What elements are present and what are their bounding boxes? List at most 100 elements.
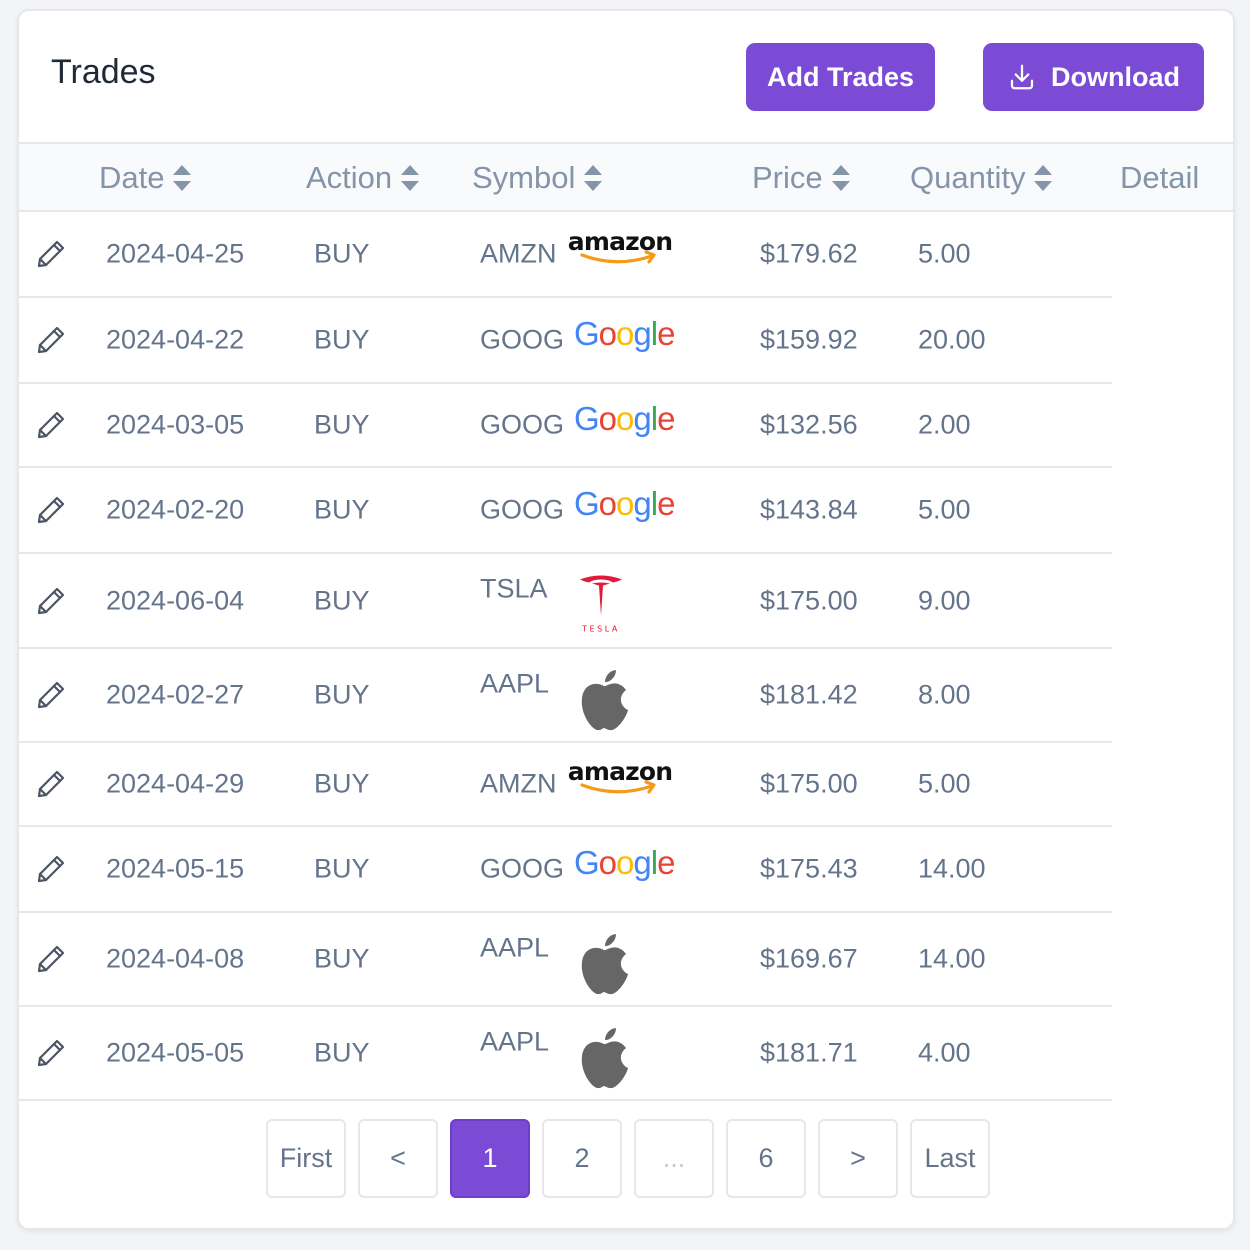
pencil-icon[interactable] bbox=[35, 409, 67, 441]
trade-date: 2024-06-04 bbox=[106, 585, 245, 615]
google-logo: Google bbox=[574, 317, 675, 352]
page-next-button[interactable]: > bbox=[818, 1119, 898, 1198]
card-header: Trades Add Trades Download bbox=[19, 11, 1233, 144]
add-trades-button[interactable]: Add Trades bbox=[746, 43, 935, 111]
trades-card: Trades Add Trades Download Date Action S… bbox=[17, 9, 1235, 1230]
sort-icon bbox=[584, 165, 603, 191]
trade-action: BUY bbox=[314, 853, 370, 884]
trade-action: BUY bbox=[314, 409, 370, 440]
trade-date: 2024-04-29 bbox=[106, 768, 245, 799]
table-row: 2024-04-08 BUY AAPL $169.67 14.00 bbox=[19, 913, 1112, 1007]
pencil-icon[interactable] bbox=[35, 585, 67, 617]
amazon-logo: amazon bbox=[568, 758, 672, 794]
apple-logo bbox=[581, 670, 628, 731]
svg-text:Google: Google bbox=[574, 317, 674, 352]
apple-logo bbox=[581, 1028, 628, 1089]
trade-price: $181.71 bbox=[760, 1037, 858, 1068]
table-row: 2024-02-27 BUY AAPL $181.42 8.00 bbox=[19, 649, 1112, 743]
svg-text:amazon: amazon bbox=[568, 228, 672, 256]
download-label: Download bbox=[1051, 61, 1180, 92]
table-row: 2024-05-15 BUY GOOG Google $175.43 14.00 bbox=[19, 827, 1112, 913]
table-row: 2024-04-29 BUY AMZN amazon $175.00 5.00 bbox=[19, 743, 1112, 827]
trade-action: BUY bbox=[314, 768, 370, 799]
pencil-icon[interactable] bbox=[35, 1037, 67, 1069]
page-last-button[interactable]: Last bbox=[910, 1119, 990, 1198]
column-label: Quantity bbox=[910, 160, 1026, 195]
trade-action: BUY bbox=[314, 943, 370, 974]
trade-quantity: 14.00 bbox=[918, 853, 986, 884]
svg-text:TESLA: TESLA bbox=[581, 624, 620, 633]
trade-action: BUY bbox=[314, 585, 370, 615]
trade-symbol: GOOG bbox=[480, 409, 565, 440]
svg-text:amazon: amazon bbox=[568, 758, 672, 786]
trade-symbol: AAPL bbox=[480, 932, 550, 963]
page-prev-button[interactable]: < bbox=[358, 1119, 438, 1198]
trade-date: 2024-04-25 bbox=[106, 238, 245, 269]
column-label: Symbol bbox=[472, 160, 576, 195]
trade-symbol: GOOG bbox=[480, 324, 565, 355]
column-header-detail: Detail bbox=[1120, 144, 1199, 212]
page-2-button[interactable]: 2 bbox=[542, 1119, 622, 1198]
column-label: Date bbox=[99, 160, 165, 195]
table-header: Date Action Symbol Price Quantity Detail bbox=[19, 144, 1233, 212]
apple-logo bbox=[581, 934, 628, 995]
google-logo: Google bbox=[574, 846, 675, 881]
amazon-logo: amazon bbox=[568, 228, 672, 264]
column-label: Price bbox=[752, 160, 823, 195]
trade-price: $159.92 bbox=[760, 324, 858, 355]
trade-price: $175.00 bbox=[760, 768, 858, 799]
trade-date: 2024-03-05 bbox=[106, 409, 245, 440]
google-logo: Google bbox=[574, 402, 675, 437]
svg-text:Google: Google bbox=[574, 402, 674, 437]
pencil-icon[interactable] bbox=[35, 853, 67, 885]
trade-price: $175.00 bbox=[760, 585, 858, 615]
sort-icon bbox=[401, 165, 420, 191]
trade-quantity: 4.00 bbox=[918, 1037, 971, 1068]
table-row: 2024-05-05 BUY AAPL $181.71 4.00 bbox=[19, 1007, 1112, 1101]
trade-price: $132.56 bbox=[760, 409, 858, 440]
page-1-button[interactable]: 1 bbox=[450, 1119, 530, 1198]
trade-price: $175.43 bbox=[760, 853, 858, 884]
pencil-icon[interactable] bbox=[35, 324, 67, 356]
sort-icon bbox=[831, 165, 850, 191]
download-button[interactable]: Download bbox=[983, 43, 1204, 111]
trade-date: 2024-02-20 bbox=[106, 494, 245, 525]
column-header-symbol[interactable]: Symbol bbox=[472, 144, 603, 212]
trade-date: 2024-02-27 bbox=[106, 679, 245, 710]
page-6-button[interactable]: 6 bbox=[726, 1119, 806, 1198]
tesla-logo: TESLA bbox=[580, 575, 622, 633]
pencil-icon[interactable] bbox=[35, 679, 67, 711]
trade-quantity: 2.00 bbox=[918, 409, 971, 440]
google-logo: Google bbox=[574, 487, 675, 522]
column-header-price[interactable]: Price bbox=[752, 144, 851, 212]
pagination: First < 1 2 ... 6 > Last bbox=[19, 1119, 1233, 1201]
column-header-action[interactable]: Action bbox=[306, 144, 420, 212]
svg-text:Google: Google bbox=[574, 846, 674, 881]
trade-quantity: 8.00 bbox=[918, 679, 971, 710]
table-row: 2024-04-25 BUY AMZN amazon $179.62 5.00 bbox=[19, 212, 1112, 298]
table-row: 2024-04-22 BUY GOOG Google $159.92 20.00 bbox=[19, 298, 1112, 384]
trade-date: 2024-04-08 bbox=[106, 943, 245, 974]
trade-price: $143.84 bbox=[760, 494, 858, 525]
page-first-button[interactable]: First bbox=[266, 1119, 346, 1198]
add-trades-label: Add Trades bbox=[766, 61, 915, 92]
pencil-icon[interactable] bbox=[35, 238, 67, 270]
pencil-icon[interactable] bbox=[35, 768, 67, 800]
trade-quantity: 9.00 bbox=[918, 585, 971, 615]
trade-action: BUY bbox=[314, 1037, 370, 1068]
trade-symbol: AAPL bbox=[480, 1026, 550, 1057]
column-label: Detail bbox=[1120, 160, 1200, 195]
trade-date: 2024-05-05 bbox=[106, 1037, 245, 1068]
pencil-icon[interactable] bbox=[35, 943, 67, 975]
pencil-icon[interactable] bbox=[35, 494, 67, 526]
trade-action: BUY bbox=[314, 679, 370, 710]
trade-price: $169.67 bbox=[760, 943, 858, 974]
trade-quantity: 14.00 bbox=[918, 943, 986, 974]
trade-quantity: 5.00 bbox=[918, 238, 971, 269]
trade-quantity: 20.00 bbox=[918, 324, 986, 355]
trade-quantity: 5.00 bbox=[918, 494, 971, 525]
download-icon bbox=[1010, 64, 1034, 90]
column-header-date[interactable]: Date bbox=[99, 144, 192, 212]
column-header-quantity[interactable]: Quantity bbox=[910, 144, 1053, 212]
trade-action: BUY bbox=[314, 494, 370, 525]
